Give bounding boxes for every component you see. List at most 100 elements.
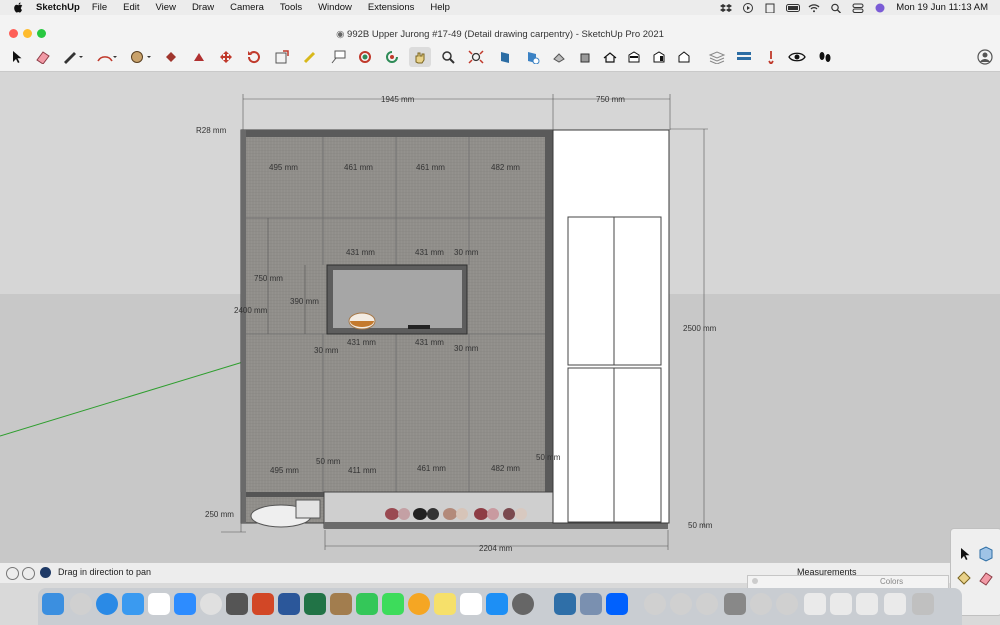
facetime-icon[interactable] [356,593,378,615]
tray-eraser-icon[interactable] [977,569,995,587]
dropbox-dock-icon[interactable] [606,593,628,615]
tray-paint-icon[interactable] [955,569,973,587]
control-center-icon[interactable] [852,3,864,13]
pan-icon[interactable] [409,47,431,67]
back-view-icon[interactable] [673,47,695,67]
safari-icon[interactable] [96,593,118,615]
menu-extensions[interactable]: Extensions [368,2,414,13]
section-plane-icon[interactable] [494,47,516,67]
messages-icon[interactable] [382,593,404,615]
menu-window[interactable]: Window [318,2,352,13]
menu-view[interactable]: View [156,2,176,13]
powerpoint-icon[interactable] [252,593,274,615]
section-display-icon[interactable] [521,47,543,67]
placeholder-app-icon[interactable] [200,593,222,615]
system-preferences-icon[interactable] [512,593,534,615]
app-store-icon[interactable] [486,593,508,615]
move-icon[interactable] [215,47,237,67]
tray-components-icon[interactable] [977,545,995,563]
finder-icon[interactable] [42,593,64,615]
wifi-icon[interactable] [808,3,820,13]
calculator-icon[interactable] [226,593,248,615]
battery-icon[interactable] [786,3,801,13]
extension-icon[interactable] [760,47,782,67]
orbit-icon[interactable] [354,47,376,67]
rotate-icon[interactable] [243,47,265,67]
x-ray-icon[interactable] [548,47,570,67]
zoom-app-icon[interactable] [174,593,196,615]
text-icon[interactable] [327,47,349,67]
tray-select-icon[interactable] [955,545,973,563]
colors-panel[interactable]: Colors [747,575,949,589]
menu-draw[interactable]: Draw [192,2,214,13]
colors-panel-close[interactable] [752,578,758,584]
dim-niche-b1: 431 mm [347,338,376,347]
dropbox-icon[interactable] [720,3,733,13]
play-icon[interactable] [742,2,754,13]
account-icon[interactable] [974,47,996,67]
sketchup-icon[interactable] [554,593,576,615]
menu-camera[interactable]: Camera [230,2,264,13]
eye-icon[interactable] [786,47,808,67]
spotlight-search-icon[interactable] [830,3,842,13]
scale-icon[interactable] [271,47,293,67]
app-menu-sketchup[interactable]: SketchUp [36,2,80,13]
push-pull-icon[interactable] [188,47,210,67]
calendar-icon[interactable] [148,593,170,615]
menu-tools[interactable]: Tools [280,2,302,13]
photos-icon[interactable] [408,593,430,615]
home-view-icon[interactable] [599,47,621,67]
walk-icon[interactable] [814,47,836,67]
menu-help[interactable]: Help [430,2,450,13]
zoom-extents-icon[interactable] [465,47,487,67]
user-status-icon[interactable] [40,567,51,578]
document-icon: ◉ [336,29,348,40]
clipboard-icon[interactable] [764,3,776,13]
info-icon[interactable] [22,567,35,580]
window-thumbnail-icon[interactable] [724,593,746,615]
word-icon[interactable] [278,593,300,615]
menubar-clock[interactable]: Mon 19 Jun 11:13 AM [896,2,988,13]
tape-measure-icon[interactable] [299,47,321,67]
help-icon[interactable] [6,567,19,580]
model-canvas[interactable]: 1945 mm 750 mm R28 mm 495 mm 461 mm 461 … [0,72,1000,562]
select-icon[interactable] [5,47,27,67]
remote-object[interactable] [408,325,430,329]
layers-icon[interactable] [706,47,728,67]
siri-icon[interactable] [874,3,886,13]
arc-icon[interactable] [96,47,118,67]
menu-file[interactable]: File [92,2,107,13]
components-icon[interactable] [574,47,596,67]
window-thumbnail-icon[interactable] [804,593,826,615]
zoom-icon[interactable] [437,47,459,67]
notes-icon[interactable] [434,593,456,615]
eraser-icon[interactable] [32,47,54,67]
circle-shape-icon[interactable] [130,47,152,67]
placeholder-app-icon[interactable] [670,593,692,615]
orbit-alt-icon[interactable] [381,47,403,67]
model-viewport[interactable]: 1945 mm 750 mm R28 mm 495 mm 461 mm 461 … [0,72,1000,562]
paint-bucket-icon[interactable] [160,47,182,67]
notes-app-icon[interactable] [330,593,352,615]
window-thumbnail-icon[interactable] [884,593,906,615]
main-toolbar [0,43,1000,72]
placeholder-app-icon[interactable] [644,593,666,615]
placeholder-app-icon[interactable] [776,593,798,615]
placeholder-app-icon[interactable] [696,593,718,615]
window-thumbnail-icon[interactable] [830,593,852,615]
placeholder-app-icon[interactable] [70,593,92,615]
layout-icon[interactable] [580,593,602,615]
reminders-icon[interactable] [460,593,482,615]
model-info-icon[interactable] [733,47,755,67]
window-thumbnail-icon[interactable] [856,593,878,615]
trash-icon[interactable] [912,593,934,615]
apple-icon[interactable] [12,0,26,15]
excel-icon[interactable] [304,593,326,615]
menu-edit[interactable]: Edit [123,2,139,13]
front-view-icon[interactable] [623,47,645,67]
placeholder-app-icon[interactable] [750,593,772,615]
pencil-icon[interactable] [62,47,84,67]
dim-col2-top: 461 mm [344,163,373,172]
mail-icon[interactable] [122,593,144,615]
right-view-icon[interactable] [648,47,670,67]
